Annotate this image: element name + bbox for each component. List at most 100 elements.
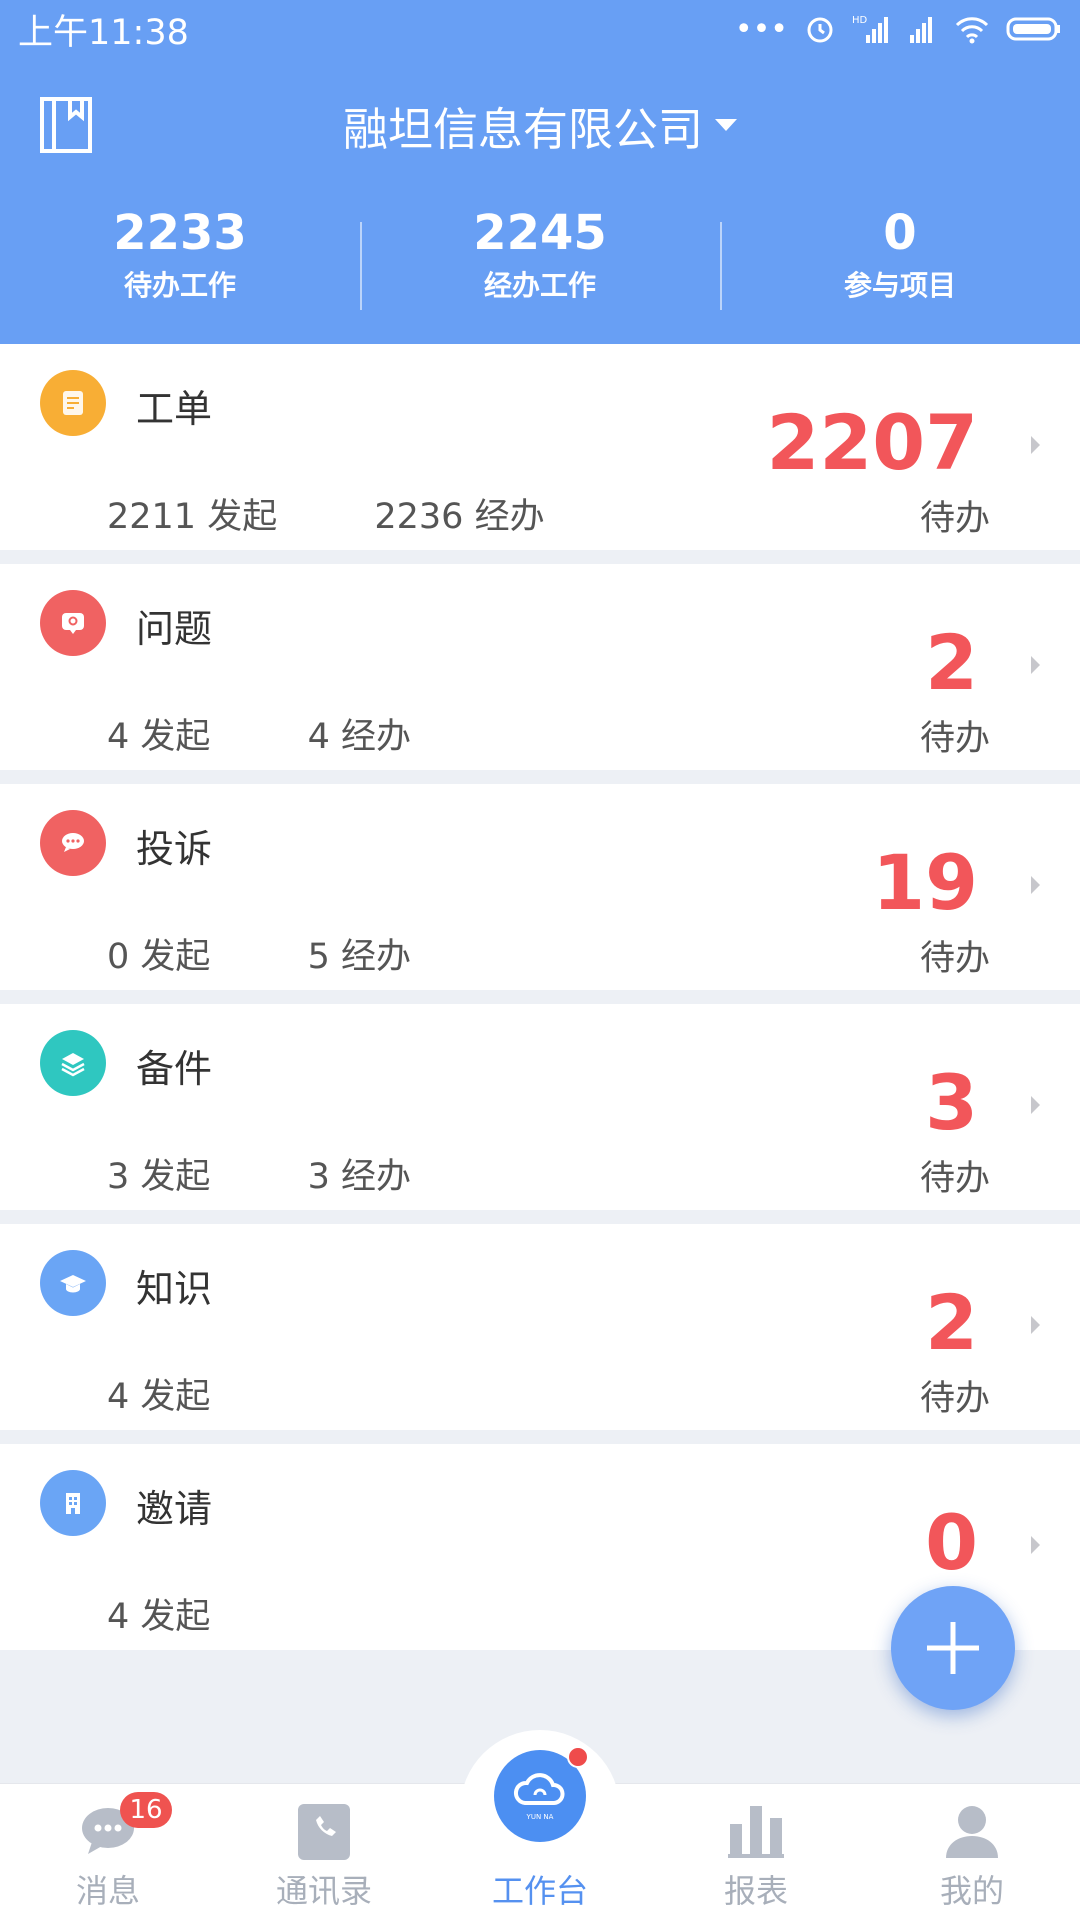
stat-value: 2245	[473, 205, 607, 261]
chevron-right-icon	[1031, 1536, 1040, 1554]
complaint-icon	[40, 810, 106, 876]
pending-count: 19	[872, 838, 978, 927]
building-icon	[40, 1470, 106, 1536]
company-selector[interactable]: 融坦信息有限公司	[0, 80, 1080, 170]
card-work-order[interactable]: 工单 2211 发起 2236 经办 2207 待办	[0, 344, 1080, 550]
header: 上午11:38 ••• HD 融坦信息有限公司 2233 待办工作 2245 经…	[0, 0, 1080, 344]
card-title: 问题	[136, 607, 213, 651]
cloud-logo-icon: YUN NA	[514, 1773, 565, 1821]
handled-label: 经办	[341, 1157, 412, 1197]
user-icon	[946, 1806, 998, 1858]
chevron-right-icon	[1031, 876, 1040, 894]
unread-badge: 16	[120, 1792, 172, 1828]
add-button[interactable]	[891, 1586, 1015, 1710]
chevron-right-icon	[1031, 1096, 1040, 1114]
card-list: 工单 2211 发起 2236 经办 2207 待办 问题 4 发起 4 经办 …	[0, 344, 1080, 1784]
initiated-label: 发起	[140, 1597, 211, 1637]
handled-label: 经办	[474, 497, 545, 537]
status-time: 上午11:38	[18, 12, 189, 53]
initiated-label: 发起	[140, 1157, 211, 1197]
layers-icon	[40, 1030, 106, 1096]
card-sub: 3 发起 3 经办	[107, 1148, 411, 1199]
handled-count: 4	[307, 717, 330, 757]
notification-dot	[567, 1746, 589, 1768]
stat-projects[interactable]: 0 参与项目	[720, 200, 1080, 320]
stat-handled-work[interactable]: 2245 经办工作	[360, 200, 720, 320]
initiated-label: 发起	[207, 497, 278, 537]
chevron-right-icon	[1031, 656, 1040, 674]
tab-me[interactable]: 我的	[864, 1784, 1080, 1920]
company-name: 融坦信息有限公司	[342, 102, 703, 156]
handled-count: 5	[307, 937, 330, 977]
chevron-right-icon	[1031, 436, 1040, 454]
tab-messages[interactable]: 16 消息	[0, 1784, 216, 1920]
initiated-label: 发起	[140, 1377, 211, 1417]
initiated-count: 4	[107, 1377, 130, 1417]
card-knowledge[interactable]: 知识 4 发起 2 待办	[0, 1224, 1080, 1430]
handled-count: 2236	[374, 497, 464, 537]
plus-icon	[927, 1622, 979, 1674]
stats-row: 2233 待办工作 2245 经办工作 0 参与项目	[0, 200, 1080, 320]
card-title: 知识	[136, 1267, 213, 1311]
stat-value: 2233	[113, 205, 247, 261]
status-bar: 上午11:38 ••• HD	[0, 0, 1080, 58]
pending-label: 待办	[919, 1379, 990, 1419]
signal-hd-icon: HD	[852, 15, 888, 43]
tab-contacts[interactable]: 通讯录	[216, 1784, 432, 1920]
card-sub: 4 发起	[107, 1368, 224, 1419]
initiated-label: 发起	[140, 937, 211, 977]
pending-label: 待办	[919, 719, 990, 759]
initiated-count: 4	[107, 717, 130, 757]
pending-label: 待办	[919, 1159, 990, 1199]
status-icons: ••• HD	[735, 12, 1062, 47]
stat-label: 参与项目	[843, 269, 956, 302]
pending-count: 2207	[766, 398, 978, 487]
chevron-down-icon	[715, 119, 737, 131]
card-title: 工单	[136, 387, 213, 431]
card-sub: 4 发起	[107, 1588, 224, 1639]
svg-text:YUN NA: YUN NA	[526, 1813, 554, 1821]
tab-label: 通讯录	[275, 1872, 372, 1910]
svg-text:HD: HD	[852, 15, 868, 26]
handled-label: 经办	[341, 937, 412, 977]
card-title: 投诉	[136, 827, 213, 871]
pending-count: 2	[925, 618, 978, 707]
initiated-count: 2211	[107, 497, 197, 537]
graduation-cap-icon	[40, 1250, 106, 1316]
card-title: 邀请	[136, 1487, 213, 1531]
work-order-icon	[40, 370, 106, 436]
tab-label: 工作台	[491, 1872, 588, 1910]
signal-icon	[910, 17, 932, 43]
card-issue[interactable]: 问题 4 发起 4 经办 2 待办	[0, 564, 1080, 770]
battery-icon	[1006, 17, 1060, 41]
more-dots-icon: •••	[734, 11, 788, 47]
stat-value: 0	[883, 205, 917, 261]
card-sub: 4 发起 4 经办	[107, 708, 411, 759]
pending-count: 3	[925, 1058, 978, 1147]
tab-label: 消息	[75, 1872, 140, 1910]
stat-label: 经办工作	[483, 269, 596, 302]
chevron-right-icon	[1031, 1316, 1040, 1334]
pending-count: 2	[925, 1278, 978, 1367]
tab-reports[interactable]: 报表	[648, 1784, 864, 1920]
stat-label: 待办工作	[123, 269, 236, 302]
card-complaint[interactable]: 投诉 0 发起 5 经办 19 待办	[0, 784, 1080, 990]
bar-chart-icon	[728, 1806, 784, 1858]
tab-label: 我的	[939, 1872, 1004, 1910]
wifi-icon	[955, 17, 989, 44]
initiated-count: 4	[107, 1597, 130, 1637]
card-sub: 0 发起 5 经办	[107, 928, 411, 979]
tab-label: 报表	[723, 1872, 788, 1910]
stat-pending-work[interactable]: 2233 待办工作	[0, 200, 360, 320]
tab-bar: 16 消息 通讯录 工作台 YUN NA 报表 我的	[0, 1730, 1080, 1920]
nav-row: 融坦信息有限公司	[0, 80, 1080, 170]
issue-icon	[40, 590, 106, 656]
card-sub: 2211 发起 2236 经办	[107, 488, 545, 539]
handled-label: 经办	[341, 717, 412, 757]
pending-count: 0	[925, 1498, 978, 1587]
card-spare-parts[interactable]: 备件 3 发起 3 经办 3 待办	[0, 1004, 1080, 1210]
card-title: 备件	[136, 1047, 213, 1091]
phone-book-icon	[298, 1804, 350, 1860]
handled-count: 3	[307, 1157, 330, 1197]
pending-label: 待办	[919, 939, 990, 979]
